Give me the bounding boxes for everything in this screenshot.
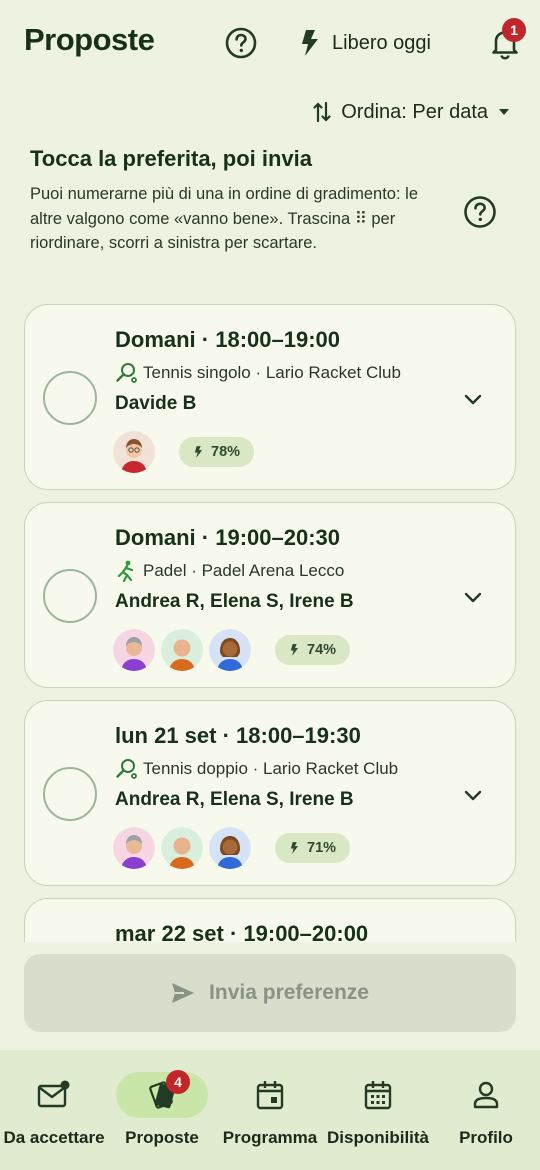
- proposal-time: Domani · 18:00–19:00: [115, 327, 340, 352]
- mail-icon: [37, 1080, 70, 1108]
- avatar-group: 74%: [113, 629, 351, 671]
- send-icon: [172, 983, 195, 1003]
- match-score: 78%: [211, 444, 241, 460]
- nav-icon-container: [224, 1072, 316, 1118]
- free-today-label: Libero oggi: [332, 31, 431, 54]
- bottom-navigation: Da accettare 4 Proposte Programma Dispon…: [0, 1050, 540, 1170]
- chevron-down-icon[interactable]: [461, 585, 485, 609]
- nav-item-disponibilita[interactable]: Disponibilità: [324, 1050, 432, 1170]
- avatar: [209, 827, 251, 869]
- chevron-down-icon[interactable]: [461, 387, 485, 411]
- send-preferences-label: Invia preferenze: [209, 981, 369, 1004]
- nav-label: Programma: [222, 1128, 318, 1147]
- chevron-down-icon[interactable]: [461, 783, 485, 807]
- avatar-group: 71%: [113, 827, 351, 869]
- nav-icon-container: [332, 1072, 424, 1118]
- match-score-badge: 71%: [275, 833, 351, 863]
- avatar: [161, 629, 203, 671]
- proposal-details: Padel · Padel Arena Lecco: [143, 561, 345, 580]
- nav-label: Da accettare: [3, 1128, 105, 1147]
- proposal-details-line: Padel · Padel Arena Lecco: [115, 560, 344, 582]
- lightning-icon: [194, 446, 203, 458]
- notification-badge: 1: [502, 18, 526, 42]
- avatar: [113, 629, 155, 671]
- select-radio[interactable]: [43, 569, 97, 623]
- send-preferences-button[interactable]: Invia preferenze: [24, 954, 516, 1032]
- proposal-card[interactable]: mar 22 set · 19:00–20:00: [24, 898, 516, 942]
- instructions-title: Tocca la preferita, poi invia: [30, 146, 313, 171]
- proposal-list[interactable]: Domani · 18:00–19:00 Tennis singolo · La…: [0, 290, 540, 942]
- lightning-icon: [290, 842, 299, 854]
- proposal-details-line: Tennis singolo · Lario Racket Club: [115, 362, 401, 384]
- nav-item-programma[interactable]: Programma: [216, 1050, 324, 1170]
- proposal-card[interactable]: Domani · 19:00–20:30 Padel · Padel Arena…: [24, 502, 516, 688]
- match-score: 74%: [307, 642, 337, 658]
- free-today-button[interactable]: Libero oggi: [298, 26, 431, 60]
- proposal-time: Domani · 19:00–20:30: [115, 525, 340, 550]
- proposal-people: Andrea R, Elena S, Irene B: [115, 591, 354, 612]
- person-icon: [473, 1081, 499, 1109]
- tennis-icon: [116, 363, 137, 383]
- match-score-badge: 78%: [179, 437, 255, 467]
- nav-label: Disponibilità: [327, 1128, 429, 1147]
- proposal-details-line: Tennis doppio · Lario Racket Club: [115, 758, 398, 780]
- proposal-details: Tennis singolo · Lario Racket Club: [143, 363, 401, 382]
- proposal-details: Tennis doppio · Lario Racket Club: [143, 759, 399, 778]
- nav-item-da-accettare[interactable]: Da accettare: [0, 1050, 108, 1170]
- app-header: Proposte Libero oggi 1: [0, 0, 540, 86]
- select-radio[interactable]: [43, 767, 97, 821]
- proposals-count-badge: 4: [166, 1070, 190, 1094]
- proposal-card[interactable]: Domani · 18:00–19:00 Tennis singolo · La…: [24, 304, 516, 490]
- nav-item-profilo[interactable]: Profilo: [432, 1050, 540, 1170]
- instructions-text: Puoi numerarne più di una in ordine di g…: [30, 185, 418, 252]
- calendar-icon: [256, 1081, 284, 1110]
- avatar: [113, 827, 155, 869]
- avatar: [113, 431, 155, 473]
- nav-icon-container: [440, 1072, 532, 1118]
- page-title: Proposte: [24, 22, 155, 57]
- select-radio[interactable]: [43, 371, 97, 425]
- proposal-time: lun 21 set · 18:00–19:30: [115, 723, 361, 748]
- proposal-people: Andrea R, Elena S, Irene B: [115, 789, 354, 810]
- padel-icon: [117, 560, 134, 582]
- caret-down-icon: [499, 109, 509, 115]
- help-circle-icon[interactable]: [462, 194, 498, 230]
- avatar: [209, 629, 251, 671]
- nav-icon-container: [8, 1072, 100, 1118]
- avatar: [161, 827, 203, 869]
- match-score: 71%: [307, 840, 337, 856]
- lightning-icon: [290, 644, 299, 656]
- proposal-card[interactable]: lun 21 set · 18:00–19:30 Tennis doppio ·…: [24, 700, 516, 886]
- nav-label: Proposte: [125, 1128, 199, 1147]
- tennis-icon: [116, 759, 137, 779]
- match-score-badge: 74%: [275, 635, 351, 665]
- lightning-icon: [302, 30, 318, 56]
- avatar-group: 78%: [113, 431, 255, 473]
- calendar-grid-icon: [364, 1081, 392, 1110]
- proposal-time: mar 22 set · 19:00–20:00: [115, 921, 369, 942]
- nav-item-proposte[interactable]: 4 Proposte: [108, 1050, 216, 1170]
- nav-label: Profilo: [459, 1128, 513, 1147]
- proposal-people: Davide B: [115, 393, 197, 414]
- help-circle-icon[interactable]: [224, 26, 258, 60]
- sort-label: Ordina: Per data: [341, 100, 488, 123]
- nav-icon-container: 4: [116, 1070, 208, 1118]
- sort-arrows-icon: [313, 101, 331, 123]
- sort-dropdown[interactable]: Ordina: Per data: [313, 96, 510, 128]
